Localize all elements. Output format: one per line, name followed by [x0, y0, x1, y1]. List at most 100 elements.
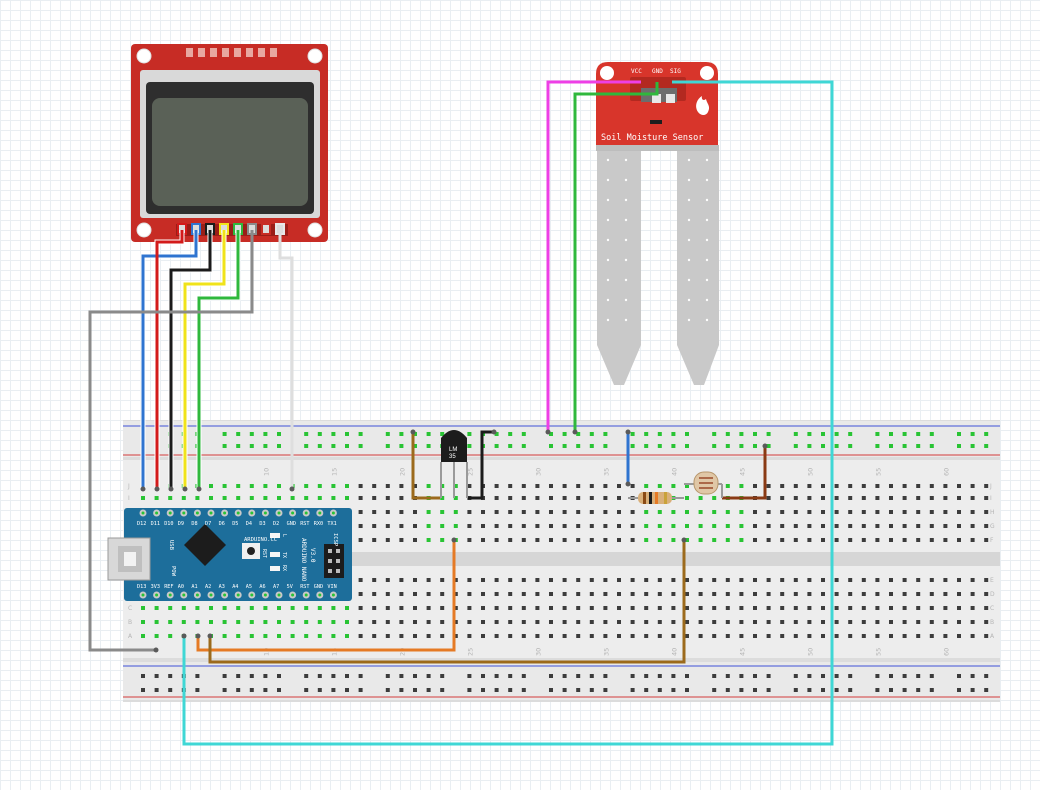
rail-hole	[957, 688, 961, 692]
breadboard-hole	[889, 620, 893, 624]
breadboard-hole	[399, 524, 404, 528]
breadboard-hole	[372, 524, 377, 528]
wire-end	[451, 537, 457, 543]
rail-hole	[345, 688, 349, 692]
rail-hole	[916, 674, 921, 678]
breadboard-hole	[385, 620, 390, 624]
breadboard-hole	[617, 578, 621, 582]
breadboard-hole	[970, 592, 975, 596]
column-number-top: 15	[330, 468, 338, 476]
breadboard-hole	[576, 606, 581, 610]
breadboard-hole	[372, 496, 377, 500]
breadboard-hole	[929, 496, 934, 500]
rail-hole	[562, 688, 567, 692]
rail-hole	[236, 674, 241, 678]
breadboard-hole	[249, 620, 254, 624]
breadboard-hole	[725, 592, 730, 596]
rail-hole	[657, 674, 662, 678]
breadboard-hole	[372, 484, 377, 488]
breadboard-hole	[821, 578, 825, 582]
breadboard-hole	[889, 510, 893, 514]
breadboard-hole	[780, 484, 785, 488]
breadboard-hole	[766, 606, 771, 610]
breadboard-hole	[630, 592, 635, 596]
breadboard-hole	[345, 606, 349, 610]
breadboard-hole	[521, 592, 526, 596]
rail-hole	[793, 432, 798, 436]
wire-end	[207, 633, 213, 639]
breadboard-hole	[902, 578, 907, 582]
breadboard-hole	[739, 578, 744, 582]
column-number-bottom: 25	[466, 648, 474, 656]
nano-pin-label-bottom: 3V3	[151, 584, 160, 590]
rail-hole	[508, 432, 513, 436]
nano-pin-top-center	[141, 511, 145, 515]
probe-dot	[705, 178, 709, 182]
breadboard-hole	[372, 634, 377, 638]
breadboard-hole	[630, 634, 635, 638]
rail-hole	[263, 674, 268, 678]
nano-pin-top-center	[236, 511, 240, 515]
breadboard-hole	[521, 510, 526, 514]
breadboard-hole	[358, 592, 363, 596]
breadboard-hole	[222, 606, 227, 610]
rail-hole	[304, 688, 309, 692]
breadboard-hole	[943, 538, 948, 542]
rail-hole	[467, 444, 472, 448]
arduino-brand: ARDUINO.CC	[244, 537, 277, 543]
breadboard-hole	[957, 592, 961, 596]
breadboard-hole	[535, 592, 540, 596]
breadboard-hole	[481, 578, 485, 582]
breadboard-hole	[589, 510, 594, 514]
column-number-top: 20	[398, 468, 406, 476]
breadboard-hole	[943, 620, 948, 624]
breadboard-hole	[277, 496, 281, 500]
breadboard-hole	[413, 606, 417, 610]
breadboard-hole	[875, 524, 880, 528]
breadboard-hole	[508, 496, 513, 500]
breadboard-hole	[358, 496, 363, 500]
breadboard-hole	[345, 634, 349, 638]
breadboard-hole	[766, 484, 771, 488]
column-number-top: 60	[942, 468, 950, 476]
breadboard-hole	[916, 538, 921, 542]
probe-dot	[687, 258, 691, 262]
probe-dot	[606, 238, 610, 242]
rail-hole	[889, 432, 893, 436]
breadboard-hole	[195, 496, 200, 500]
breadboard-hole	[385, 510, 390, 514]
breadboard-hole	[630, 606, 635, 610]
breadboard-hole	[780, 634, 785, 638]
rail-hole	[168, 674, 173, 678]
breadboard-hole	[440, 538, 445, 542]
nano-pin-label-bottom: A7	[273, 584, 279, 590]
probe-dot	[687, 158, 691, 162]
breadboard-hole	[617, 538, 621, 542]
breadboard-hole	[848, 538, 853, 542]
rail-hole	[725, 444, 730, 448]
breadboard-hole	[562, 592, 567, 596]
rail-hole	[875, 688, 880, 692]
rail-hole	[725, 674, 730, 678]
rail-hole	[657, 432, 662, 436]
breadboard-hole	[834, 620, 839, 624]
breadboard-hole	[725, 578, 730, 582]
breadboard-hole	[943, 496, 948, 500]
probe-dot	[606, 298, 610, 302]
breadboard-hole	[304, 634, 309, 638]
rail-hole	[358, 674, 363, 678]
breadboard-hole	[521, 538, 526, 542]
breadboard-hole	[399, 510, 404, 514]
breadboard-hole	[753, 538, 757, 542]
nano-pin-label-top: GND	[287, 521, 296, 527]
breadboard-hole	[712, 496, 717, 500]
rail-hole	[154, 688, 159, 692]
breadboard-hole	[766, 592, 771, 596]
lcd-display	[131, 44, 328, 242]
breadboard-hole	[222, 496, 227, 500]
rail-hole	[929, 444, 934, 448]
breadboard-hole	[521, 496, 526, 500]
breadboard-hole	[562, 538, 567, 542]
rail-hole	[508, 688, 513, 692]
breadboard-hole	[821, 496, 825, 500]
